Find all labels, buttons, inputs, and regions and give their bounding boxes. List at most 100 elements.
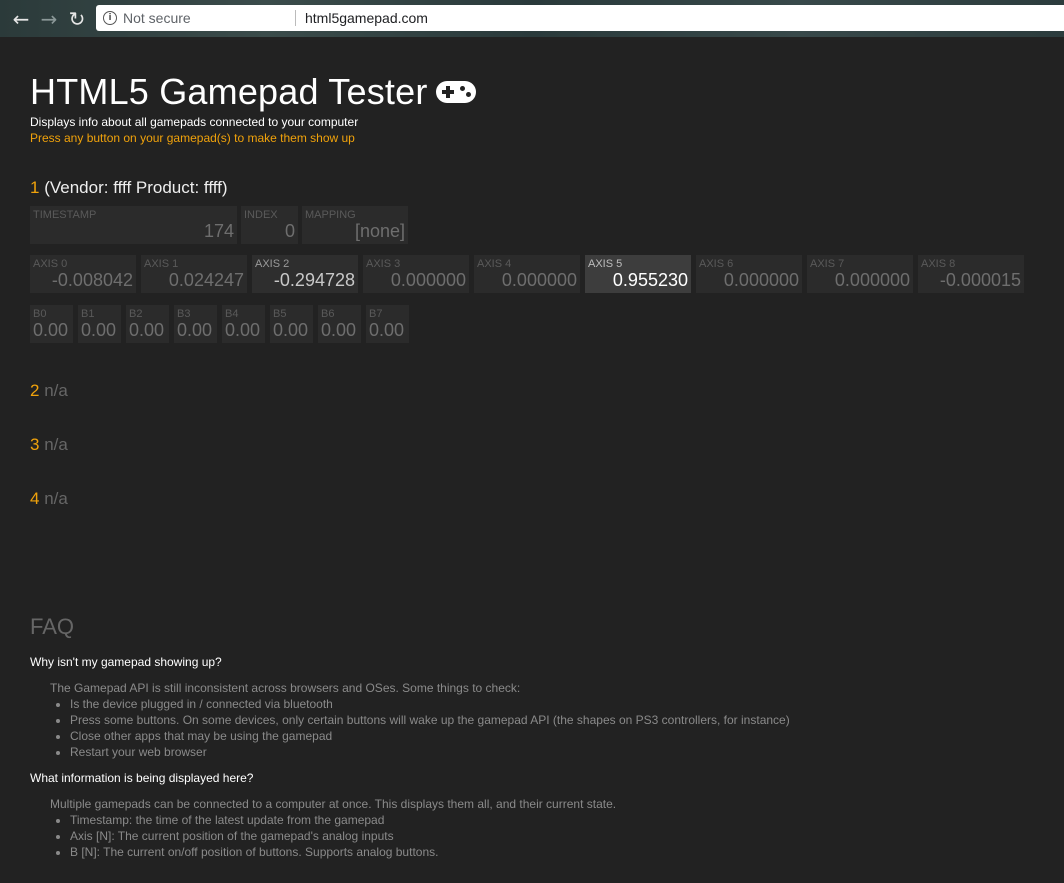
gamepad-number: 3 bbox=[30, 435, 40, 454]
axis-label: AXIS 7 bbox=[810, 258, 845, 270]
button-label: B4 bbox=[225, 308, 239, 320]
button-label: B1 bbox=[81, 308, 95, 320]
faq-heading: FAQ bbox=[30, 614, 75, 639]
faq-answer-intro: The Gamepad API is still inconsistent ac… bbox=[50, 681, 521, 695]
axis-label: AXIS 4 bbox=[477, 258, 512, 270]
faq-question: Why isn't my gamepad showing up? bbox=[30, 655, 222, 669]
axis-label: AXIS 0 bbox=[33, 258, 68, 270]
mapping-label: MAPPING bbox=[305, 209, 356, 221]
axis-box: AXIS 7 0.000000 bbox=[807, 255, 913, 293]
axis-label: AXIS 5 bbox=[588, 258, 623, 270]
button-box: B6 0.00 bbox=[318, 305, 361, 343]
address-separator bbox=[295, 10, 296, 26]
faq-answer: Multiple gamepads can be connected to a … bbox=[50, 796, 616, 860]
page-title-text: HTML5 Gamepad Tester bbox=[30, 71, 428, 112]
axis-label: AXIS 3 bbox=[366, 258, 401, 270]
faq-answer: The Gamepad API is still inconsistent ac… bbox=[50, 680, 790, 760]
page-title: HTML5 Gamepad Tester bbox=[30, 71, 476, 113]
list-item: Restart your web browser bbox=[70, 744, 790, 760]
mapping-box: MAPPING [none] bbox=[302, 206, 408, 244]
gamepad-status: n/a bbox=[44, 435, 68, 454]
faq-answer-list: Timestamp: the time of the latest update… bbox=[50, 812, 616, 860]
button-label: B3 bbox=[177, 308, 191, 320]
axis-box: AXIS 0 -0.008042 bbox=[30, 255, 136, 293]
axis-value: 0.000000 bbox=[834, 270, 910, 290]
mapping-value: [none] bbox=[354, 221, 405, 241]
timestamp-box: TIMESTAMP 174 bbox=[30, 206, 237, 244]
index-box: INDEX 0 bbox=[241, 206, 298, 244]
axis-value: -0.000015 bbox=[939, 270, 1021, 290]
browser-toolbar: ← → ↻ i Not secure html5gamepad.com bbox=[0, 0, 1064, 37]
faq-question: What information is being displayed here… bbox=[30, 771, 254, 785]
address-bar[interactable]: i Not secure html5gamepad.com bbox=[96, 5, 1064, 31]
gamepad-name: (Vendor: ffff Product: ffff) bbox=[44, 178, 228, 197]
list-item: Timestamp: the time of the latest update… bbox=[70, 812, 616, 828]
gamepad-number: 2 bbox=[30, 381, 40, 400]
forward-arrow-icon[interactable]: → bbox=[39, 9, 59, 29]
axis-box: AXIS 6 0.000000 bbox=[696, 255, 802, 293]
button-label: B5 bbox=[273, 308, 287, 320]
gamepad-1-title: 1 (Vendor: ffff Product: ffff) bbox=[30, 178, 228, 198]
button-label: B7 bbox=[369, 308, 383, 320]
button-label: B2 bbox=[129, 308, 143, 320]
gamepad-4-title: 4 n/a bbox=[30, 489, 68, 509]
axis-box: AXIS 3 0.000000 bbox=[363, 255, 469, 293]
axis-value: 0.000000 bbox=[390, 270, 466, 290]
timestamp-value: 174 bbox=[203, 221, 234, 241]
gamepad-3-title: 3 n/a bbox=[30, 435, 68, 455]
gamepad-status: n/a bbox=[44, 381, 68, 400]
button-box: B3 0.00 bbox=[174, 305, 217, 343]
button-box: B2 0.00 bbox=[126, 305, 169, 343]
axis-value: 0.024247 bbox=[168, 270, 244, 290]
button-value: 0.00 bbox=[225, 320, 261, 340]
back-arrow-icon[interactable]: ← bbox=[11, 9, 31, 29]
info-icon[interactable]: i bbox=[103, 11, 117, 25]
faq-answer-list: Is the device plugged in / connected via… bbox=[50, 696, 790, 760]
button-value: 0.00 bbox=[177, 320, 213, 340]
gamepad-status: n/a bbox=[44, 489, 68, 508]
security-status[interactable]: Not secure bbox=[123, 10, 191, 26]
page-subtitle: Displays info about all gamepads connect… bbox=[30, 115, 359, 129]
axis-value: -0.294728 bbox=[273, 270, 355, 290]
button-label: B6 bbox=[321, 308, 335, 320]
axis-value: 0.000000 bbox=[501, 270, 577, 290]
axis-box: AXIS 2 -0.294728 bbox=[252, 255, 358, 293]
list-item: B [N]: The current on/off position of bu… bbox=[70, 844, 616, 860]
list-item: Press some buttons. On some devices, onl… bbox=[70, 712, 790, 728]
axis-value: -0.008042 bbox=[51, 270, 133, 290]
button-value: 0.00 bbox=[33, 320, 69, 340]
list-item: Axis [N]: The current position of the ga… bbox=[70, 828, 616, 844]
axis-box: AXIS 8 -0.000015 bbox=[918, 255, 1024, 293]
faq-answer-intro: Multiple gamepads can be connected to a … bbox=[50, 797, 617, 811]
page-hint: Press any button on your gamepad(s) to m… bbox=[30, 131, 355, 145]
button-value: 0.00 bbox=[81, 320, 117, 340]
index-value: 0 bbox=[284, 221, 295, 241]
gamepad-2-title: 2 n/a bbox=[30, 381, 68, 401]
button-value: 0.00 bbox=[129, 320, 165, 340]
gamepad-icon bbox=[435, 81, 476, 104]
gamepad-number: 1 bbox=[30, 178, 40, 197]
axis-box: AXIS 5 0.955230 bbox=[585, 255, 691, 293]
timestamp-label: TIMESTAMP bbox=[33, 209, 97, 221]
reload-icon[interactable]: ↻ bbox=[67, 9, 87, 29]
button-value: 0.00 bbox=[321, 320, 357, 340]
button-value: 0.00 bbox=[273, 320, 309, 340]
url-text[interactable]: html5gamepad.com bbox=[305, 10, 428, 26]
button-box: B5 0.00 bbox=[270, 305, 313, 343]
axis-label: AXIS 8 bbox=[921, 258, 956, 270]
axis-value: 0.000000 bbox=[723, 270, 799, 290]
button-box: B7 0.00 bbox=[366, 305, 409, 343]
button-box: B0 0.00 bbox=[30, 305, 73, 343]
axis-label: AXIS 1 bbox=[144, 258, 179, 270]
button-value: 0.00 bbox=[369, 320, 405, 340]
button-box: B4 0.00 bbox=[222, 305, 265, 343]
axis-label: AXIS 2 bbox=[255, 258, 290, 270]
button-box: B1 0.00 bbox=[78, 305, 121, 343]
button-label: B0 bbox=[33, 308, 47, 320]
axis-value: 0.955230 bbox=[612, 270, 688, 290]
list-item: Close other apps that may be using the g… bbox=[70, 728, 790, 744]
list-item: Is the device plugged in / connected via… bbox=[70, 696, 790, 712]
axis-box: AXIS 1 0.024247 bbox=[141, 255, 247, 293]
gamepad-number: 4 bbox=[30, 489, 40, 508]
axis-label: AXIS 6 bbox=[699, 258, 734, 270]
